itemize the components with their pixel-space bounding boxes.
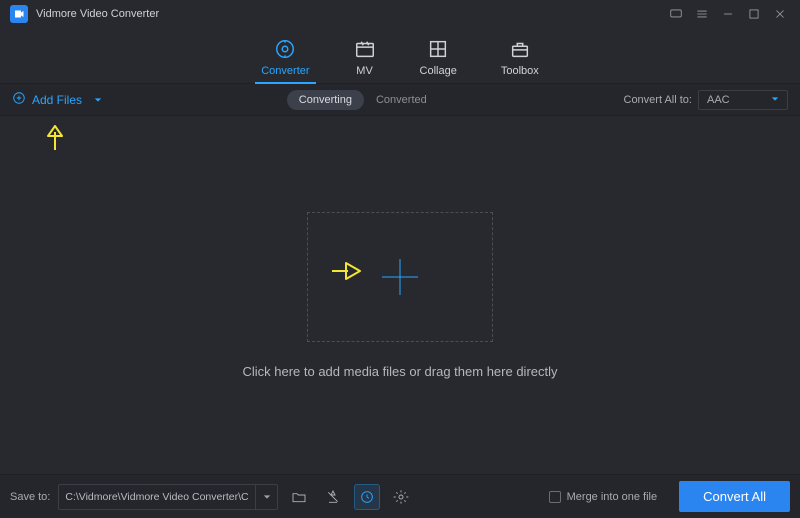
merge-checkbox[interactable]: Merge into one file — [549, 491, 658, 503]
convert-all-to: Convert All to: AAC — [624, 90, 788, 110]
tab-converter[interactable]: Converter — [261, 37, 309, 83]
convert-all-button[interactable]: Convert All — [679, 481, 790, 512]
merge-label: Merge into one file — [567, 491, 658, 503]
collage-icon — [427, 37, 449, 61]
dropzone[interactable] — [307, 212, 493, 342]
save-path-input[interactable] — [59, 486, 255, 508]
titlebar: Vidmore Video Converter — [0, 0, 800, 28]
settings-button[interactable] — [388, 484, 414, 510]
gpu-off-button[interactable] — [320, 484, 346, 510]
convert-all-to-label: Convert All to: — [624, 94, 692, 106]
dropzone-hint: Click here to add media files or drag th… — [242, 364, 557, 379]
mv-icon — [354, 37, 376, 61]
close-icon[interactable] — [770, 4, 790, 24]
caret-down-icon — [771, 94, 779, 106]
tab-label: Collage — [420, 65, 457, 77]
minimize-icon[interactable] — [718, 4, 738, 24]
feedback-icon[interactable] — [666, 4, 686, 24]
format-select[interactable]: AAC — [698, 90, 788, 110]
app-logo — [10, 5, 28, 23]
tab-label: MV — [356, 65, 373, 77]
plus-icon — [382, 259, 418, 295]
main-area: Click here to add media files or drag th… — [0, 116, 800, 474]
format-selected: AAC — [707, 94, 730, 106]
tab-toolbox[interactable]: Toolbox — [501, 37, 539, 83]
tab-label: Toolbox — [501, 65, 539, 77]
segment-converting[interactable]: Converting — [287, 90, 364, 110]
tab-collage[interactable]: Collage — [420, 37, 457, 83]
status-segment: Converting Converted — [287, 90, 439, 110]
open-folder-button[interactable] — [286, 484, 312, 510]
save-path-box — [58, 484, 278, 510]
app-title: Vidmore Video Converter — [36, 8, 159, 20]
converter-icon — [274, 37, 296, 61]
save-to-label: Save to: — [10, 491, 50, 503]
add-files-label: Add Files — [32, 93, 82, 107]
menu-icon[interactable] — [692, 4, 712, 24]
plus-circle-icon — [12, 91, 26, 108]
checkbox-icon — [549, 491, 561, 503]
tab-label: Converter — [261, 65, 309, 77]
segment-converted[interactable]: Converted — [364, 90, 439, 110]
annotation-arrow-up — [44, 122, 66, 155]
sub-toolbar: Add Files Converting Converted Convert A… — [0, 84, 800, 116]
caret-down-icon — [94, 93, 102, 107]
bottom-bar: Save to: Merge into one file Convert All — [0, 474, 800, 518]
maximize-icon[interactable] — [744, 4, 764, 24]
tab-mv[interactable]: MV — [354, 37, 376, 83]
add-files-button[interactable]: Add Files — [12, 91, 102, 108]
save-path-dropdown[interactable] — [255, 485, 277, 509]
main-tabs: Converter MV Collage Toolbox — [0, 28, 800, 84]
high-speed-button[interactable] — [354, 484, 380, 510]
toolbox-icon — [509, 37, 531, 61]
